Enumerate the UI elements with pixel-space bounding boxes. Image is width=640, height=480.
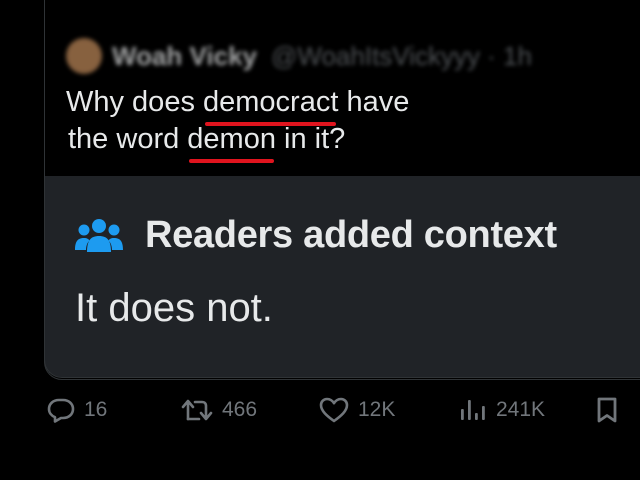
heart-icon — [319, 397, 349, 423]
views-bar-chart-icon — [461, 400, 485, 420]
tweet-actions-bar: 16 466 12K 241K — [0, 390, 640, 430]
bookmark-icon — [597, 397, 617, 423]
views-count: 241K — [496, 398, 546, 421]
reply-icon — [47, 398, 75, 423]
tweet-text-line-2: the word demon in it? — [68, 121, 409, 163]
views-button[interactable]: 241K — [458, 390, 545, 430]
repost-button[interactable]: 466 — [180, 390, 257, 430]
reply-count: 16 — [84, 398, 108, 421]
community-note-body: It does not. — [75, 286, 273, 330]
author-name[interactable]: Woah Vicky — [112, 41, 257, 72]
author-handle: @WoahItsVickyyy · 1h — [271, 40, 532, 71]
community-note-title: Readers added context — [145, 214, 557, 256]
people-group-icon — [75, 218, 123, 252]
avatar[interactable] — [66, 38, 102, 74]
text-suffix: in it? — [275, 123, 346, 155]
tweet-text-line-1: Why does democract have — [66, 84, 410, 126]
bookmark-button[interactable] — [594, 390, 628, 430]
underlined-word-democract: democract — [203, 84, 338, 126]
like-button[interactable]: 12K — [318, 390, 395, 430]
underlined-word-demon: demon — [187, 121, 276, 163]
community-note-header: Readers added context — [75, 214, 557, 257]
like-count: 12K — [358, 398, 396, 421]
text-prefix: the word — [68, 123, 188, 155]
reply-button[interactable]: 16 — [46, 390, 107, 430]
repost-count: 466 — [222, 398, 258, 421]
community-note-box[interactable]: Readers added context It does not. — [44, 176, 640, 378]
text-suffix: have — [338, 86, 410, 118]
tweet-text: Why does democract have the word demon i… — [66, 84, 410, 163]
author-row[interactable]: Woah Vicky @WoahItsVickyyy · 1h — [66, 38, 532, 74]
repost-icon — [181, 399, 213, 421]
text-prefix: Why does — [66, 86, 203, 118]
